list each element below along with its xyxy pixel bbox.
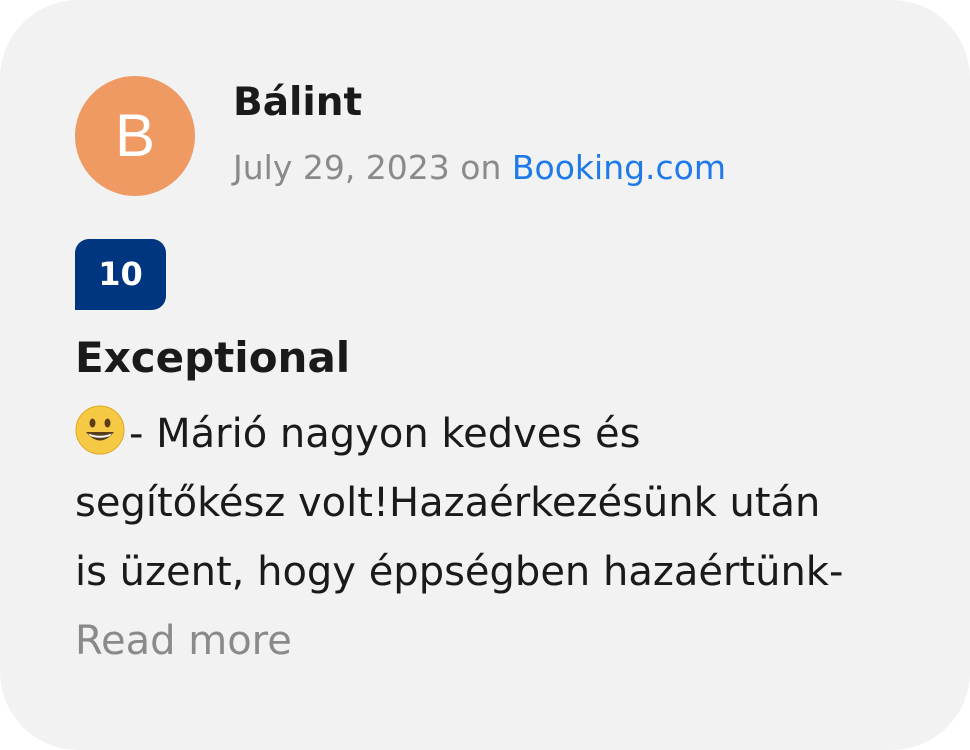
review-headline: Exceptional [75, 333, 351, 382]
score-badge: 10 [75, 239, 166, 310]
review-text-line-2: segítőkész volt!Hazaérkezésünk után [75, 480, 821, 526]
review-on-text: on [449, 148, 512, 187]
review-text-line-1: - Márió nagyon kedves és [75, 400, 905, 469]
review-date: July 29, 2023 [233, 148, 450, 187]
review-meta: July 29, 2023 on Booking.com [233, 148, 726, 187]
grinning-face-emoji-icon [75, 405, 125, 455]
reviewer-name: Bálint [233, 80, 363, 125]
review-text: - Márió nagyon kedves és segítőkész volt… [75, 400, 905, 676]
review-source-link[interactable]: Booking.com [512, 148, 726, 187]
review-card: B Bálint July 29, 2023 on Booking.com 10… [0, 0, 970, 750]
avatar: B [75, 76, 195, 196]
read-more-link[interactable]: Read more [75, 607, 905, 676]
review-text-line-3: is üzent, hogy éppségben hazaértünk- [75, 549, 844, 595]
